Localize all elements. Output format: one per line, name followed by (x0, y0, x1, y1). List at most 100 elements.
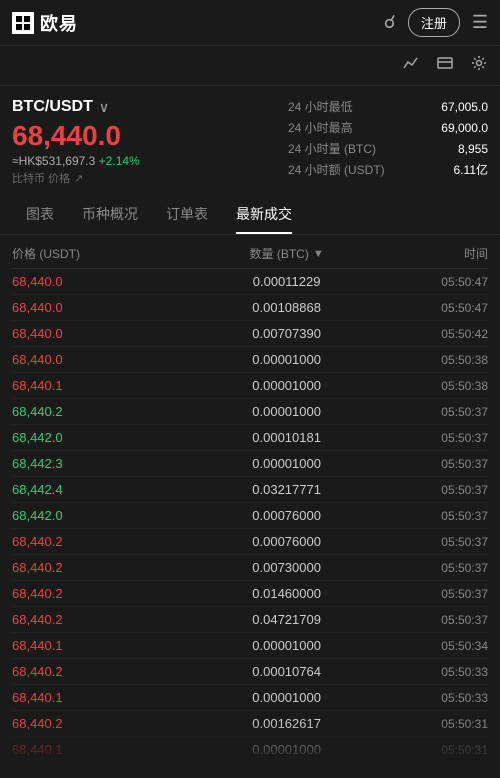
stat-row-high: 24 小时最高 69,000.0 (288, 119, 488, 136)
pair-dropdown-icon[interactable]: ∨ (99, 99, 109, 116)
cell-qty: 0.00076000 (195, 534, 378, 549)
external-link-icon[interactable]: ↗ (74, 172, 83, 185)
tab-chart[interactable]: 图表 (12, 194, 68, 234)
register-button[interactable]: 注册 (408, 8, 460, 37)
stat-value-vol-usdt: 6.11亿 (454, 161, 488, 178)
table-row: 68,440.2 0.00076000 05:50:37 (12, 529, 488, 555)
stat-label-vol-btc: 24 小时量 (BTC) (288, 140, 376, 157)
menu-icon[interactable]: ☰ (472, 12, 488, 33)
table-row: 68,440.0 0.00108868 05:50:47 (12, 295, 488, 321)
cell-time: 05:50:37 (378, 587, 488, 601)
cell-qty: 0.00001000 (195, 404, 378, 419)
cell-qty: 0.00001000 (195, 378, 378, 393)
stat-row-low: 24 小时最低 67,005.0 (288, 98, 488, 115)
tab-bar: 图表 币种概况 订单表 最新成交 (0, 194, 500, 235)
table-row: 68,440.1 0.00001000 05:50:34 (12, 633, 488, 659)
price-label-text: 比特币 价格 (12, 170, 70, 186)
col-header-price: 价格 (USDT) (12, 245, 195, 262)
tab-trades[interactable]: 最新成交 (222, 194, 306, 234)
table-body: 68,440.0 0.00011229 05:50:47 68,440.0 0.… (12, 269, 488, 762)
cell-price: 68,440.2 (12, 560, 195, 575)
col-header-qty: 数量 (BTC) ▼ (195, 245, 378, 262)
cell-price: 68,440.0 (12, 352, 195, 367)
cell-qty: 0.00001000 (195, 690, 378, 705)
tab-overview[interactable]: 币种概况 (68, 194, 152, 234)
cell-time: 05:50:37 (378, 457, 488, 471)
cell-price: 68,440.2 (12, 586, 195, 601)
cell-price: 68,440.0 (12, 300, 195, 315)
cell-qty: 0.00108868 (195, 300, 378, 315)
cell-price: 68,442.4 (12, 482, 195, 497)
cell-time: 05:50:37 (378, 561, 488, 575)
table-row: 68,440.1 0.00001000 05:50:38 (12, 373, 488, 399)
table-row: 68,440.1 0.00001000 05:50:33 (12, 685, 488, 711)
stat-row-vol-usdt: 24 小时额 (USDT) 6.11亿 (288, 161, 488, 178)
cell-price: 68,440.2 (12, 404, 195, 419)
cell-qty: 0.00010764 (195, 664, 378, 679)
app-header: 欧易 ☌ 注册 ☰ (0, 0, 500, 46)
filter-icon[interactable]: ▼ (313, 248, 324, 260)
table-row: 68,442.0 0.00010181 05:50:37 (12, 425, 488, 451)
cell-qty: 0.00010181 (195, 430, 378, 445)
cell-price: 68,440.0 (12, 326, 195, 341)
chart-icon[interactable] (402, 54, 420, 77)
logo-icon (12, 12, 34, 34)
col-header-time: 时间 (378, 245, 488, 262)
trading-pair[interactable]: BTC/USDT (12, 98, 93, 116)
table-row: 68,440.0 0.00707390 05:50:42 (12, 321, 488, 347)
stat-value-low: 67,005.0 (441, 100, 488, 114)
hkd-price: ≈HK$531,697.3 +2.14% (12, 154, 288, 168)
cell-price: 68,440.2 (12, 716, 195, 731)
cell-time: 05:50:33 (378, 665, 488, 679)
cell-time: 05:50:38 (378, 353, 488, 367)
cell-price: 68,442.3 (12, 456, 195, 471)
cell-time: 05:50:37 (378, 405, 488, 419)
tab-orders[interactable]: 订单表 (152, 194, 222, 234)
settings-icon[interactable] (470, 54, 488, 77)
cell-price: 68,442.0 (12, 430, 195, 445)
stat-value-vol-btc: 8,955 (458, 142, 488, 156)
pair-row: BTC/USDT ∨ (12, 98, 288, 116)
table-row: 68,440.2 0.01460000 05:50:37 (12, 581, 488, 607)
cell-price: 68,440.1 (12, 638, 195, 653)
search-icon[interactable]: ☌ (384, 12, 396, 33)
table-row: 68,442.4 0.03217771 05:50:37 (12, 477, 488, 503)
stat-label-high: 24 小时最高 (288, 119, 353, 136)
table-row: 68,442.3 0.00001000 05:50:37 (12, 451, 488, 477)
cell-qty: 0.00076000 (195, 508, 378, 523)
cell-price: 68,440.2 (12, 612, 195, 627)
cell-time: 05:50:37 (378, 431, 488, 445)
stat-label-low: 24 小时最低 (288, 98, 353, 115)
cell-qty: 0.04721709 (195, 612, 378, 627)
price-left: BTC/USDT ∨ 68,440.0 ≈HK$531,697.3 +2.14%… (12, 98, 288, 186)
stat-value-high: 69,000.0 (441, 121, 488, 135)
cell-qty: 0.00001000 (195, 638, 378, 653)
cell-time: 05:50:47 (378, 275, 488, 289)
cell-time: 05:50:37 (378, 535, 488, 549)
price-section: BTC/USDT ∨ 68,440.0 ≈HK$531,697.3 +2.14%… (0, 86, 500, 194)
trades-table: 价格 (USDT) 数量 (BTC) ▼ 时间 68,440.0 0.00011… (0, 235, 500, 762)
cell-time: 05:50:34 (378, 639, 488, 653)
cell-qty: 0.00162617 (195, 716, 378, 731)
current-price: 68,440.0 (12, 122, 288, 150)
logo: 欧易 (12, 10, 78, 36)
cell-time: 05:50:42 (378, 327, 488, 341)
cell-time: 05:50:31 (378, 743, 488, 757)
cell-time: 05:50:37 (378, 509, 488, 523)
cell-price: 68,440.1 (12, 742, 195, 757)
logo-text: 欧易 (40, 10, 78, 36)
cell-price: 68,440.0 (12, 274, 195, 289)
cell-qty: 0.00730000 (195, 560, 378, 575)
cell-time: 05:50:37 (378, 483, 488, 497)
table-row: 68,440.2 0.00730000 05:50:37 (12, 555, 488, 581)
cell-price: 68,440.1 (12, 378, 195, 393)
card-icon[interactable] (436, 54, 454, 77)
cell-price: 68,442.0 (12, 508, 195, 523)
stat-row-vol-btc: 24 小时量 (BTC) 8,955 (288, 140, 488, 157)
table-row: 68,442.0 0.00076000 05:50:37 (12, 503, 488, 529)
cell-time: 05:50:33 (378, 691, 488, 705)
table-row: 68,440.0 0.00001000 05:50:38 (12, 347, 488, 373)
table-row: 68,440.2 0.04721709 05:50:37 (12, 607, 488, 633)
cell-qty: 0.03217771 (195, 482, 378, 497)
cell-price: 68,440.2 (12, 534, 195, 549)
